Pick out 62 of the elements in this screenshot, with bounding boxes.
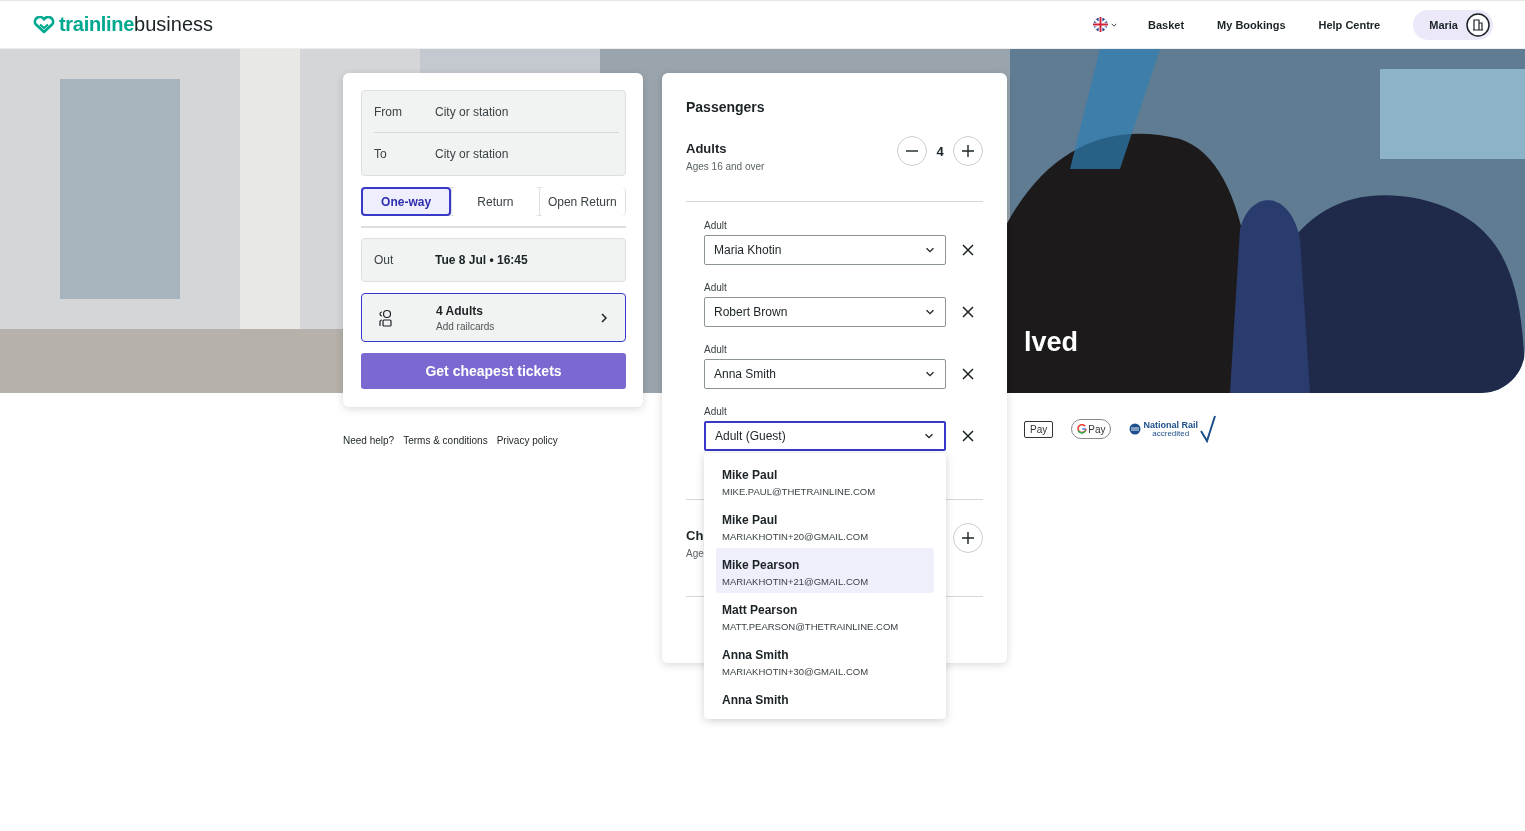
adults-subtitle: Ages 16 and over	[686, 161, 765, 172]
journey-type-tab[interactable]: One-way	[361, 187, 452, 216]
journey-type-tab[interactable]: Open Return	[538, 187, 625, 216]
dropdown-option[interactable]: Anna Smith	[716, 683, 934, 719]
plus-icon	[962, 145, 974, 157]
close-icon	[962, 430, 974, 442]
passenger-select[interactable]: Maria Khotin	[704, 235, 946, 265]
close-icon	[962, 244, 974, 256]
children-subtitle: Age	[686, 548, 704, 559]
slot-label: Adult	[704, 220, 728, 231]
remove-button[interactable]	[962, 306, 974, 318]
nav-link[interactable]: My Bookings	[1217, 18, 1286, 31]
increase-button[interactable]	[953, 523, 983, 553]
journey-type-tab[interactable]: Return	[451, 187, 539, 216]
close-icon	[962, 368, 974, 380]
footer-link[interactable]: Terms & conditions	[403, 435, 488, 446]
field-label: To	[374, 147, 388, 161]
date-field[interactable]: Out Tue 8 Jul • 16:45	[361, 238, 626, 282]
dropdown-option[interactable]: Mike Paul MIKE.PAUL@THETRAINLINE.COM	[716, 458, 934, 503]
g-logo-icon	[1077, 424, 1088, 434]
adults-count: 4	[936, 143, 944, 159]
nav-link[interactable]: Help Centre	[1318, 18, 1381, 31]
search-button[interactable]: Get cheapest tickets	[361, 353, 626, 389]
from-input[interactable]: City or station	[435, 104, 619, 119]
remove-button[interactable]	[962, 368, 974, 380]
passenger-select[interactable]: Anna Smith	[704, 359, 946, 389]
accreditation-logo: National Rail accredited	[1129, 415, 1216, 443]
hero-headline: lved	[1024, 327, 1080, 358]
remove-button[interactable]	[962, 430, 974, 442]
slot-label: Adult	[704, 344, 728, 355]
slot-label: Adult	[704, 406, 728, 417]
heart-icon	[33, 15, 55, 34]
passenger-select[interactable]: Adult (Guest)	[704, 421, 946, 451]
tick-icon	[1200, 415, 1216, 443]
slot-label: Adult	[704, 282, 728, 293]
dropdown-option[interactable]: Mike Paul MARIAKHOTIN+20@GMAIL.COM	[716, 503, 934, 548]
dropdown-option[interactable]: Anna Smith MARIAKHOTIN+30@GMAIL.COM	[716, 638, 934, 683]
language-button[interactable]	[1092, 17, 1118, 32]
people-icon	[378, 308, 394, 327]
children-label: Ch	[686, 528, 704, 543]
avatar-icon	[1466, 12, 1490, 37]
logo-text: trainlinebusiness	[59, 13, 214, 36]
rail-logo-icon	[1129, 423, 1142, 435]
passengers-field[interactable]: 4 Adults Add railcards	[361, 293, 626, 342]
remove-button[interactable]	[962, 244, 974, 256]
passenger-select[interactable]: Robert Brown	[704, 297, 946, 327]
dropdown-option[interactable]: Mike Pearson MARIAKHOTIN+21@GMAIL.COM	[716, 548, 934, 593]
footer-link[interactable]: Privacy policy	[496, 435, 558, 446]
flag-icon	[1092, 17, 1108, 32]
panel-title: Passengers	[686, 99, 766, 115]
close-icon	[962, 306, 974, 318]
payment-badge: Pay	[1024, 420, 1054, 438]
increase-button[interactable]	[953, 136, 983, 166]
decrease-button[interactable]	[897, 136, 927, 166]
dropdown-option[interactable]: Matt Pearson MATT.PEARSON@THETRAINLINE.COM	[716, 593, 934, 638]
to-input[interactable]: City or station	[435, 147, 619, 161]
footer-link[interactable]: Need help?	[343, 435, 395, 446]
field-label: From	[374, 104, 403, 119]
adults-label: Adults	[686, 141, 728, 156]
nav-link[interactable]: Basket	[1147, 18, 1185, 31]
user-menu-button[interactable]: Maria	[1413, 9, 1493, 40]
plus-icon	[962, 532, 974, 544]
